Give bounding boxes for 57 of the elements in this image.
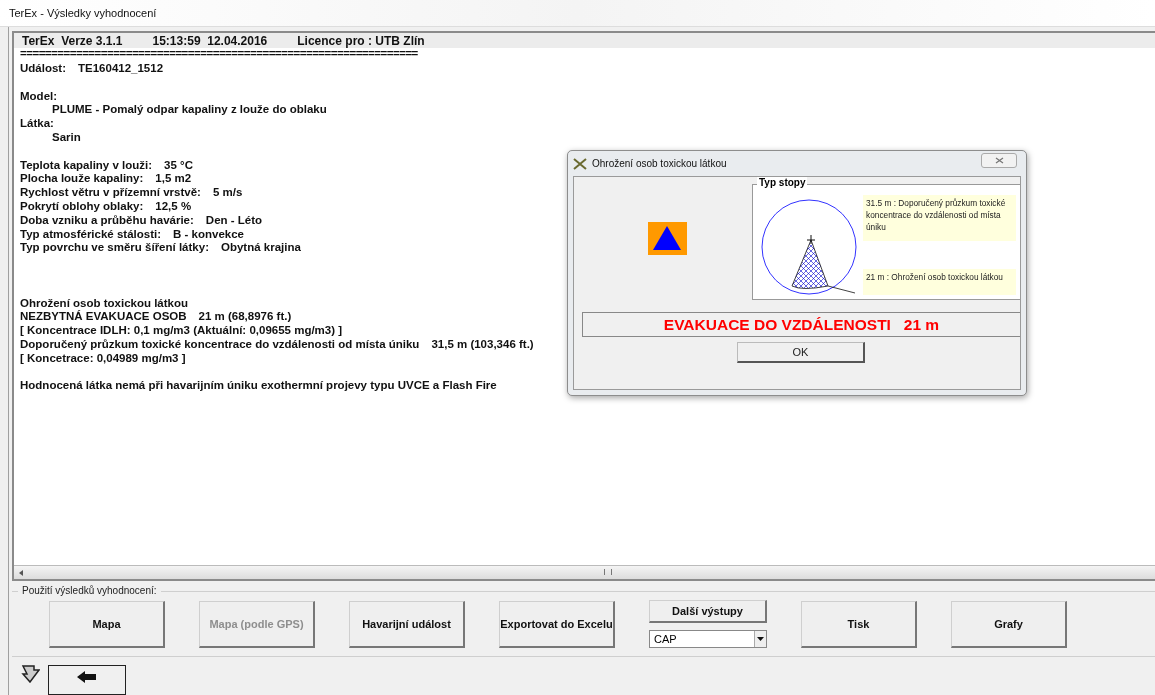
caret-icon xyxy=(757,637,764,641)
report-text: PLUME - Pomalý odpar kapaliny z louže do oblaku xyxy=(52,103,327,118)
field-label: Událost: xyxy=(20,62,66,76)
action-button[interactable]: Další výstupy xyxy=(649,600,767,623)
header-text: 15:13:59 12.04.2016 xyxy=(152,33,268,48)
report-text: [ Koncetrace: 0,04989 mg/m3 ] xyxy=(20,351,186,366)
field-value: 12,5 % xyxy=(155,199,192,214)
horizontal-scrollbar[interactable] xyxy=(14,565,1155,579)
action-button[interactable]: Havarijní událost xyxy=(349,600,465,648)
field-label: Typ atmosférické stálosti: xyxy=(20,227,162,242)
close-icon xyxy=(994,157,1004,164)
field-label: Plocha louže kapaliny: xyxy=(20,172,144,187)
arrow-icon[interactable] xyxy=(20,665,40,683)
report-text: Sarin xyxy=(52,131,81,145)
dialog-title: Ohrožení osob toxickou látkou xyxy=(592,158,728,169)
evacuation-banner: EVAKUACE DO VZDÁLENOSTI 21 m xyxy=(582,312,1020,337)
field-value: TE160412_1512 xyxy=(78,62,164,76)
crossed-swords-icon xyxy=(573,157,587,170)
field-label: Teplota kapaliny v louži: xyxy=(20,158,153,173)
field-label: Doba vzniku a průběhu havárie: xyxy=(20,213,194,228)
scroll-left-icon[interactable] xyxy=(18,568,24,577)
output-select[interactable]: CAP xyxy=(649,630,767,648)
ok-button[interactable]: OK xyxy=(737,342,865,363)
header-text: Licence pro : UTB Zlín xyxy=(297,33,425,48)
range-note: 31.5 m : Doporučený průzkum toxické koncentrace do vzdálenosti od místa úniku xyxy=(863,195,1016,241)
back-arrow-icon xyxy=(76,670,98,684)
action-button[interactable]: Grafy xyxy=(951,600,1067,648)
range-note: 21 m : Ohrožení osob toxickou látkou xyxy=(863,269,1016,295)
group-title: Typ stopy xyxy=(757,177,808,188)
action-button[interactable]: Tisk xyxy=(801,600,917,648)
header-text: TerEx Verze 3.1.1 xyxy=(22,33,123,48)
back-button[interactable] xyxy=(48,665,126,695)
warning-sign-icon xyxy=(647,221,687,255)
field-value: 21 m (68,8976 ft.) xyxy=(198,310,292,325)
field-value: Den - Léto xyxy=(205,213,263,228)
field-label: Pokrytí oblohy oblaky: xyxy=(20,199,144,214)
report-text: [ Koncentrace IDLH: 0,1 mg/m3 (Aktuální: 0,09655 mg/m3) ] xyxy=(20,324,343,338)
report-text: Ohrožení osob toxickou látkou xyxy=(20,296,189,310)
field-label: Doporučený průzkum toxické koncentrace do vzdálenosti od místa úniku xyxy=(20,337,420,352)
close-button[interactable] xyxy=(981,153,1017,168)
group-title: Použití výsledků vyhodnocení: xyxy=(18,585,161,596)
separator-rule: ================================================================ xyxy=(20,48,419,58)
field-label: NEZBYTNÁ EVAKUACE OSOB xyxy=(20,310,187,325)
field-label: Typ povrchu ve směru šíření látky: xyxy=(20,241,209,256)
report-text: Hodnocená látka nemá při havarijním úniku exothermní projevy typu UVCE a Flash Fire xyxy=(20,379,497,394)
field-value: 5 m/s xyxy=(212,186,243,200)
report-text: Model: xyxy=(20,89,58,104)
report-text: Látka: xyxy=(20,117,54,131)
field-value: 35 °C xyxy=(164,158,193,173)
field-value: 1,5 m2 xyxy=(155,172,192,187)
action-button[interactable]: Mapa xyxy=(49,600,165,648)
window-title: TerEx - Výsledky vyhodnocení xyxy=(9,7,157,19)
field-value: 31,5 m (103,346 ft.) xyxy=(431,337,534,352)
field-value: Obytná krajina xyxy=(220,241,301,256)
field-value: B - konvekce xyxy=(173,227,244,242)
field-label: Rychlost větru v přízemní vrstvě: xyxy=(20,186,201,200)
action-button[interactable]: Exportovat do Excelu xyxy=(499,600,615,648)
